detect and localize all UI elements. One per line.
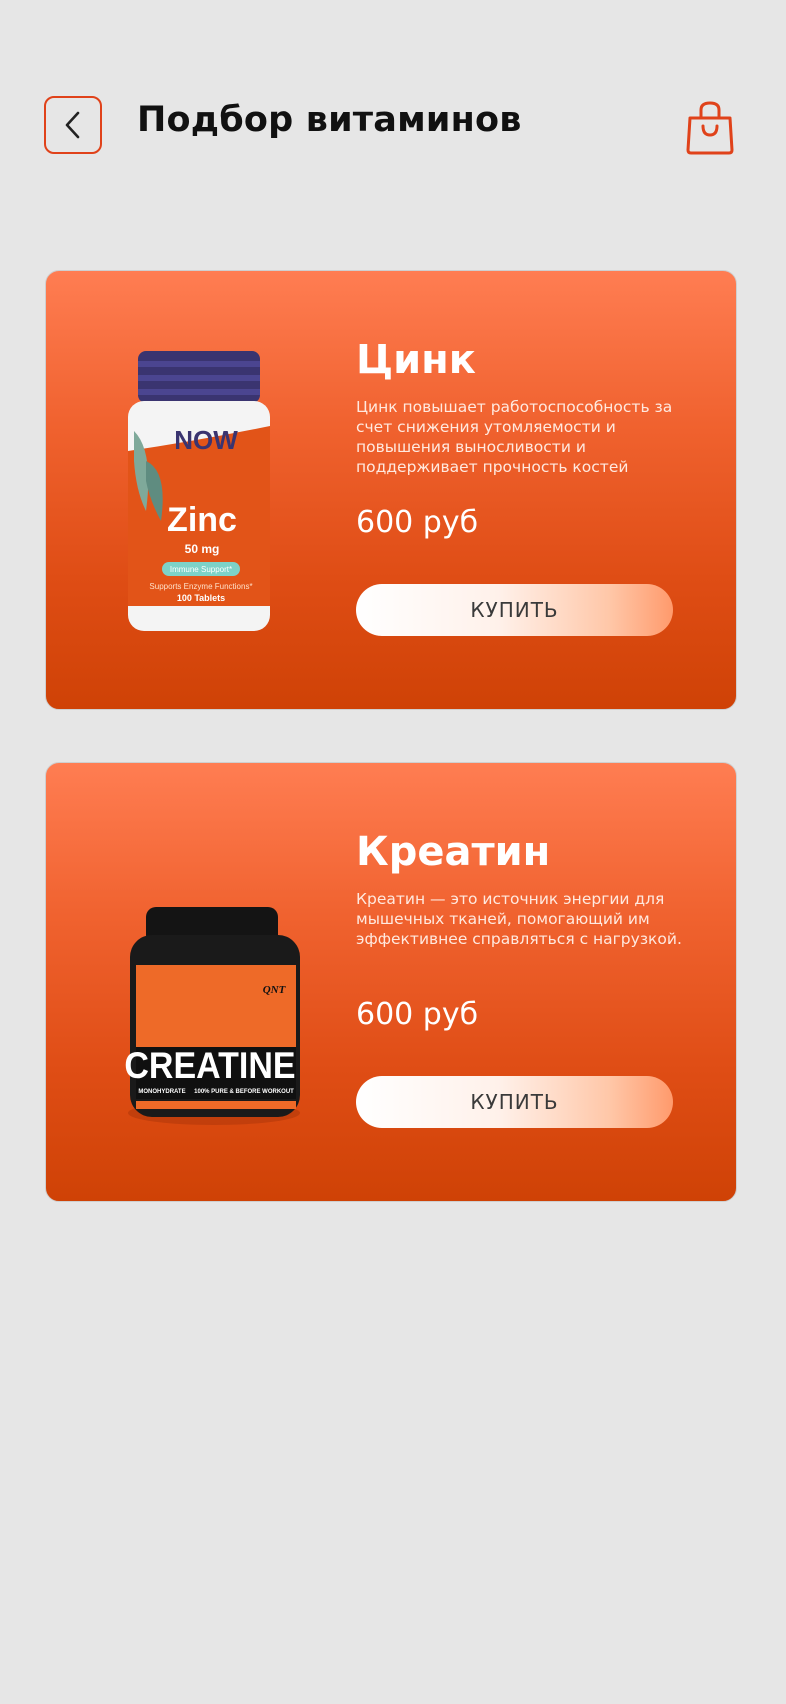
product-card-creatine[interactable]: QNT CREATINE MONOHYDRATE 100% PURE & BEF… [45,762,737,1202]
cart-button[interactable] [684,100,736,156]
svg-text:MONOHYDRATE: MONOHYDRATE [138,1089,185,1095]
svg-text:Supports Enzyme Functions*: Supports Enzyme Functions* [149,582,252,591]
svg-text:Zinc: Zinc [167,501,237,539]
svg-text:NOW: NOW [174,425,238,455]
creatine-product-image: QNT CREATINE MONOHYDRATE 100% PURE & BEF… [106,823,316,1143]
product-title: Цинк [356,337,476,383]
page-title: Подбор витаминов [137,100,522,140]
product-card-zinc[interactable]: NOW Zinc 50 mg Immune Support* Supports … [45,270,737,710]
svg-text:50 mg: 50 mg [185,542,220,556]
svg-text:100% PURE & BEFORE WORKOUT: 100% PURE & BEFORE WORKOUT [194,1089,294,1095]
chevron-left-icon [65,111,80,139]
product-price: 600 руб [356,997,479,1032]
svg-text:QNT: QNT [263,984,287,996]
zinc-product-image: NOW Zinc 50 mg Immune Support* Supports … [106,331,316,651]
svg-text:100 Tablets: 100 Tablets [177,593,225,603]
product-price: 600 руб [356,505,479,540]
svg-text:Immune Support*: Immune Support* [170,565,232,574]
buy-button[interactable]: КУПИТЬ [356,584,673,636]
product-description: Цинк повышает работоспособность за счет … [356,398,673,476]
buy-button[interactable]: КУПИТЬ [356,1076,673,1128]
back-button[interactable] [44,96,102,154]
shopping-bag-icon [686,101,734,155]
product-description: Креатин — это источник энергии для мышеч… [356,890,682,948]
app-header: Подбор витаминов [0,0,786,200]
product-title: Креатин [356,829,551,875]
svg-text:CREATINE: CREATINE [124,1045,295,1087]
